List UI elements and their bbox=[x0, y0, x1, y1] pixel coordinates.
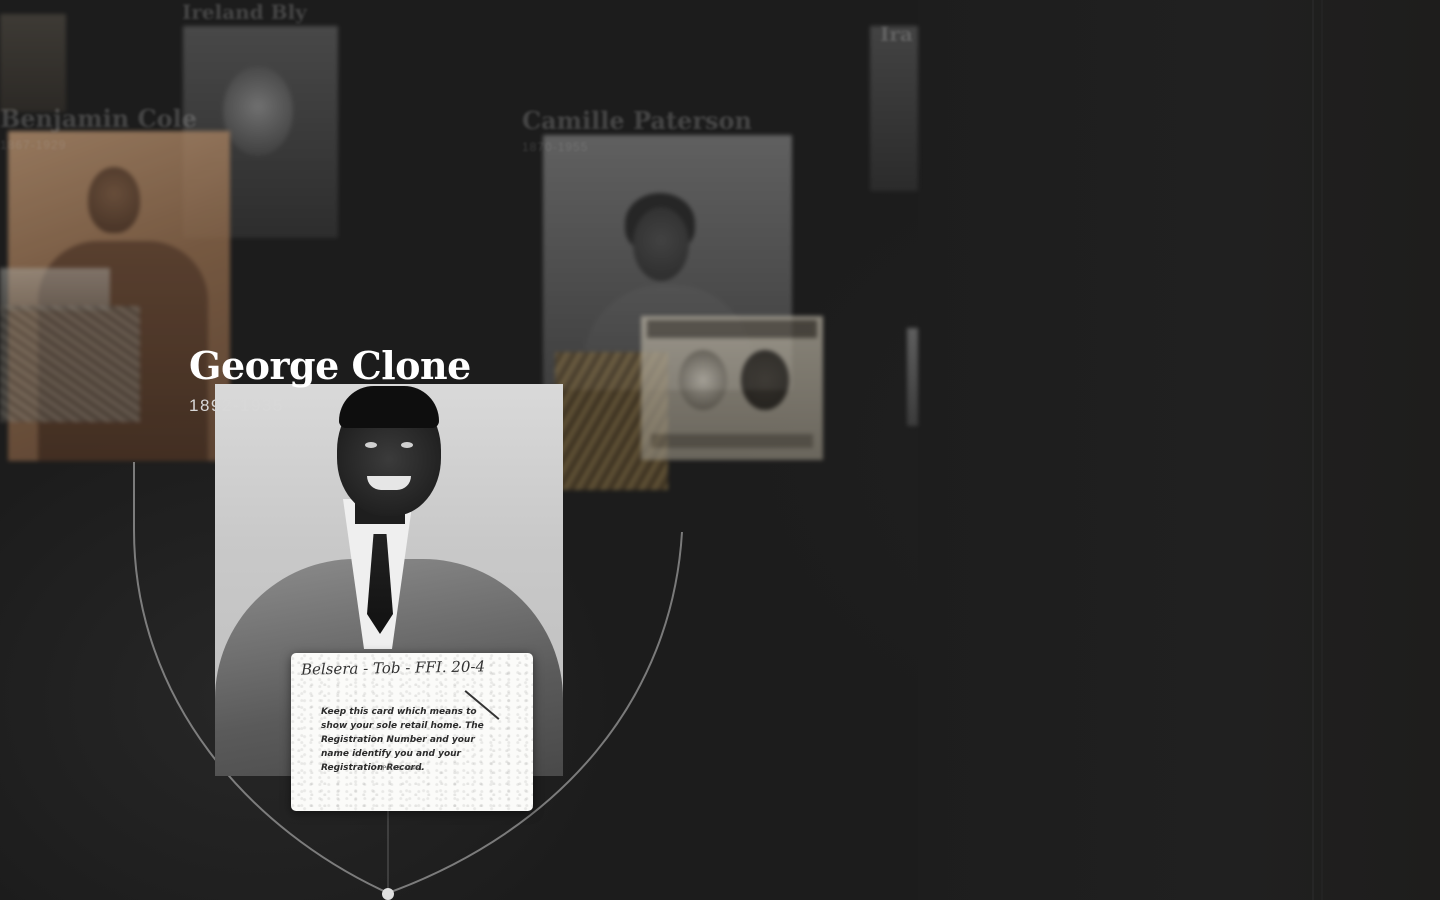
registration-card-document[interactable]: Belsera - Tob - FFI. 20-4 Keep this card… bbox=[291, 653, 533, 811]
card-handwriting: Belsera - Tob - FFI. 20-4 bbox=[300, 657, 486, 679]
card-print-code: GPO 10-43461 bbox=[379, 765, 423, 772]
featured-person-years: 1892-1935 bbox=[189, 396, 284, 415]
portrait-eye bbox=[365, 442, 377, 448]
family-tree-canvas: Ireland Bly Ira Benjamin Cole 1867-1929 … bbox=[0, 0, 1440, 900]
featured-person-name[interactable]: George Clone bbox=[189, 343, 471, 388]
tree-node bbox=[382, 888, 394, 900]
portrait-hair bbox=[339, 386, 439, 428]
portrait-eye bbox=[401, 442, 413, 448]
